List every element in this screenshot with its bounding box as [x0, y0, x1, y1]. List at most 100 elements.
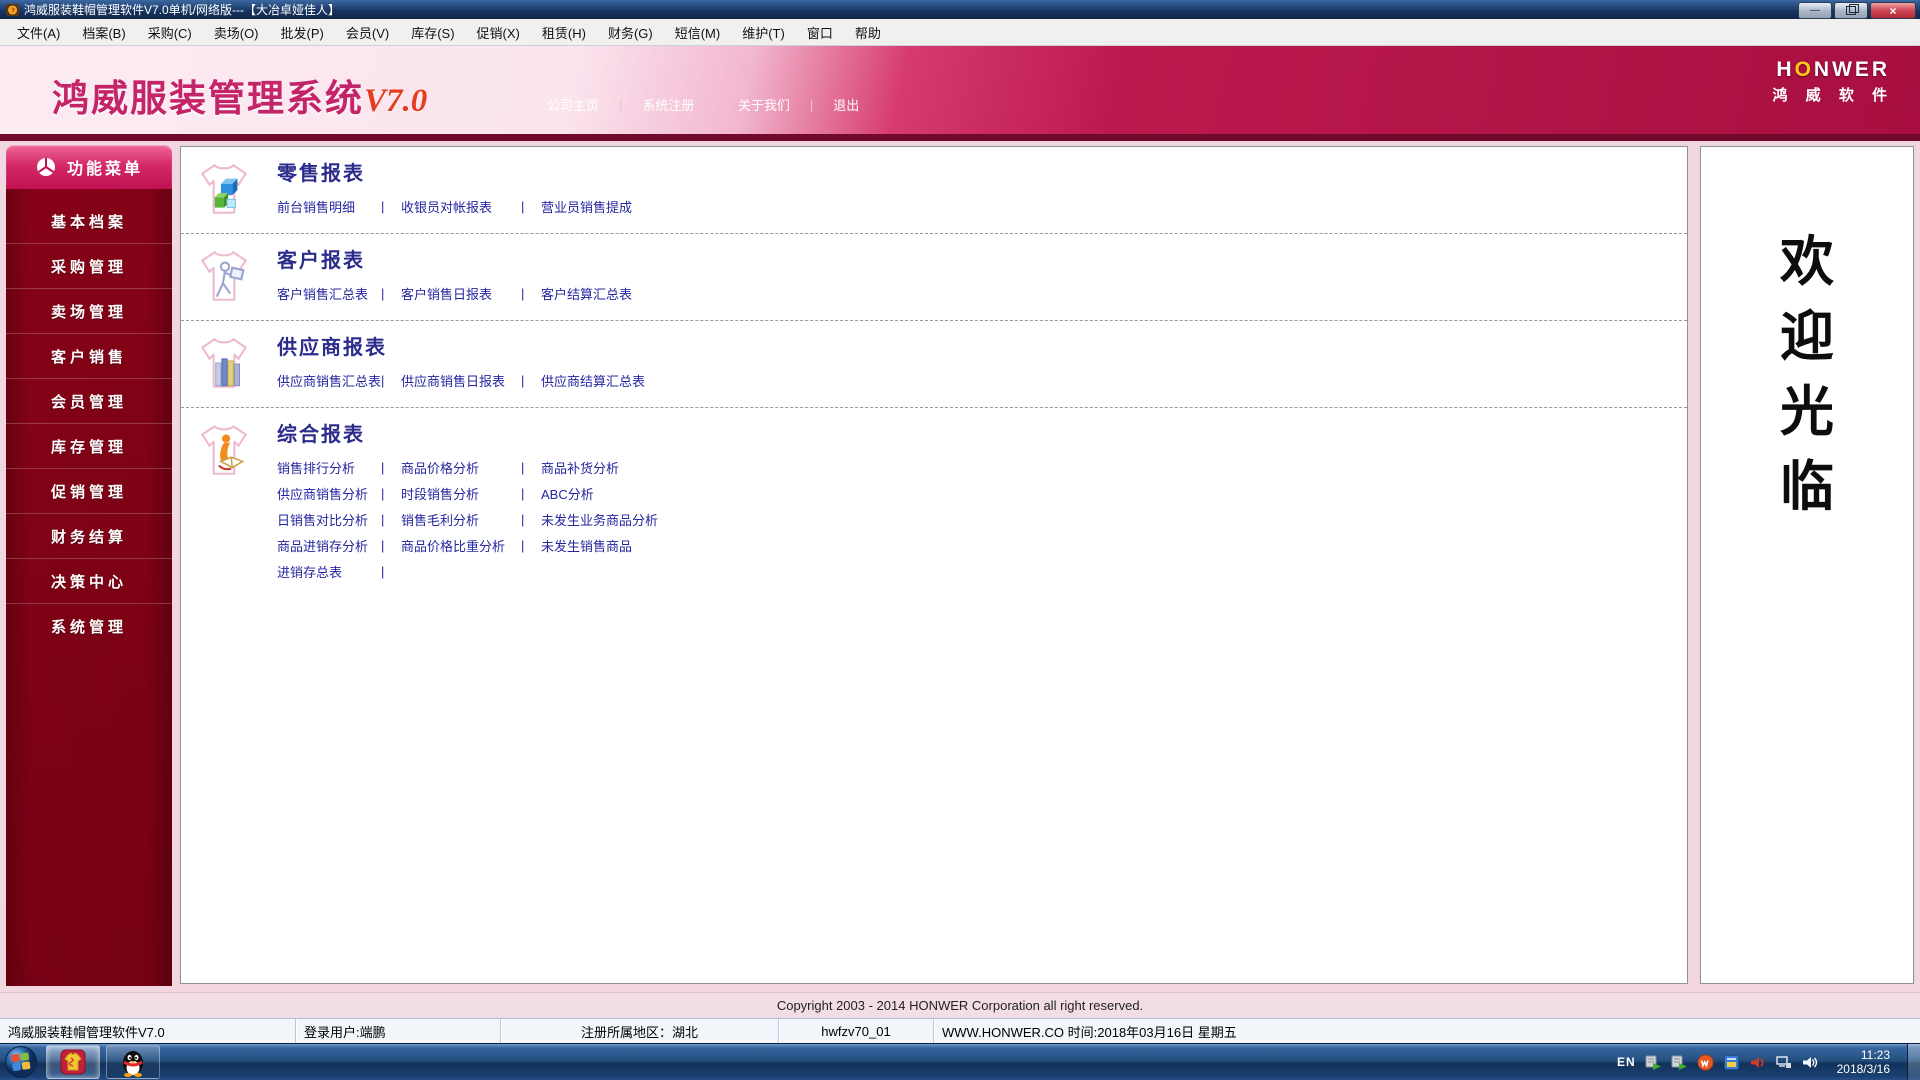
link-customer-daily-report[interactable]: 客户销售日报表 [401, 284, 521, 303]
section-supplier-reports: 供应商报表 供应商销售汇总表 | 供应商销售日报表 | 供应商结算汇总表 [181, 321, 1687, 408]
section-title-supplier[interactable]: 供应商报表 [277, 334, 645, 362]
link-front-sales-detail[interactable]: 前台销售明细 [277, 197, 381, 216]
section-title-retail[interactable]: 零售报表 [277, 160, 632, 188]
language-indicator[interactable]: EN [1617, 1055, 1636, 1069]
tshirt-bars-icon [201, 338, 247, 388]
volume-icon[interactable] [1801, 1054, 1818, 1071]
server-sync-icon[interactable] [1671, 1054, 1688, 1071]
network-icon[interactable] [1775, 1054, 1792, 1071]
menu-member[interactable]: 会员(V) [335, 20, 400, 45]
link-sales-ranking-analysis[interactable]: 销售排行分析 [277, 458, 381, 477]
menu-store[interactable]: 卖场(O) [203, 20, 270, 45]
link-purchase-sale-stock-summary[interactable]: 进销存总表 [277, 562, 381, 581]
link-supplier-sales-summary[interactable]: 供应商销售汇总表 [277, 371, 381, 390]
qq-penguin-icon [123, 1051, 143, 1077]
welcome-char: 欢 [1780, 232, 1834, 292]
sidebar-item-finance[interactable]: 财务结算 [6, 513, 172, 558]
link-price-weight-analysis[interactable]: 商品价格比重分析 [401, 536, 521, 555]
section-title-comprehensive[interactable]: 综合报表 [277, 421, 658, 449]
nav-about-us[interactable]: 关于我们 [738, 95, 790, 114]
sidebar-item-decision[interactable]: 决策中心 [6, 558, 172, 603]
red-speaker-icon[interactable] [1749, 1054, 1766, 1071]
tray-time: 11:23 [1860, 1048, 1890, 1062]
function-menu-ball-icon [36, 158, 55, 176]
link-abc-analysis[interactable]: ABC分析 [541, 484, 594, 503]
menu-finance[interactable]: 财务(G) [597, 20, 664, 45]
welcome-char: 临 [1780, 457, 1834, 517]
status-region: 注册所属地区：湖北 [501, 1019, 779, 1043]
app-icon [6, 3, 20, 16]
sidebar: 功能菜单 基本档案 采购管理 卖场管理 客户销售 会员管理 库存管理 促销管理 … [6, 145, 172, 986]
wamp-icon[interactable] [1697, 1054, 1714, 1071]
header-banner: 鸿威服装管理系统V7.0 公司主页 | 系统注册 | 关于我们 | 退出 HON… [0, 46, 1920, 141]
status-app-name: 鸿威服装鞋帽管理软件V7.0 [0, 1019, 296, 1043]
banner-nav: 公司主页 | 系统注册 | 关于我们 | 退出 [547, 95, 860, 114]
link-gross-profit-analysis[interactable]: 销售毛利分析 [401, 510, 521, 529]
main-content-panel: 零售报表 前台销售明细 | 收银员对帐报表 | 营业员销售提成 客户报表 客户销… [178, 144, 1690, 986]
link-cashier-reconcile[interactable]: 收银员对帐报表 [401, 197, 521, 216]
link-supplier-sales-analysis[interactable]: 供应商销售分析 [277, 484, 381, 503]
link-product-restock-analysis[interactable]: 商品补货分析 [541, 458, 619, 477]
minimize-button[interactable]: — [1798, 2, 1832, 19]
section-title-customer[interactable]: 客户报表 [277, 247, 632, 275]
taskbar-app-honwer[interactable] [46, 1045, 100, 1079]
menu-help[interactable]: 帮助 [844, 20, 892, 45]
sidebar-item-promotion[interactable]: 促销管理 [6, 468, 172, 513]
section-customer-reports: 客户报表 客户销售汇总表 | 客户销售日报表 | 客户结算汇总表 [181, 234, 1687, 321]
status-bar: 鸿威服装鞋帽管理软件V7.0 登录用户:端鹏 注册所属地区：湖北 hwfzv70… [0, 1018, 1920, 1043]
tshirt-analysis-icon [201, 425, 247, 475]
menu-window[interactable]: 窗口 [796, 20, 844, 45]
link-purchase-sale-stock-analysis[interactable]: 商品进销存分析 [277, 536, 381, 555]
taskbar: EN 11:23 2018/3/16 [0, 1043, 1920, 1080]
menu-purchase[interactable]: 采购(C) [137, 20, 203, 45]
start-button[interactable] [4, 1045, 38, 1079]
welcome-panel: 欢 迎 光 临 [1698, 144, 1916, 986]
section-comprehensive-reports: 综合报表 销售排行分析 | 商品价格分析 | 商品补货分析 供应商销售分析 | … [181, 408, 1687, 597]
menu-file[interactable]: 文件(A) [6, 20, 71, 45]
taskbar-app-qq[interactable] [106, 1045, 160, 1079]
input-method-icon[interactable] [1723, 1054, 1740, 1071]
close-button[interactable]: × [1870, 2, 1916, 19]
section-retail-reports: 零售报表 前台销售明细 | 收银员对帐报表 | 营业员销售提成 [181, 147, 1687, 234]
sidebar-item-inventory[interactable]: 库存管理 [6, 423, 172, 468]
menu-maintain[interactable]: 维护(T) [731, 20, 796, 45]
nav-system-register[interactable]: 系统注册 [642, 95, 694, 114]
sidebar-item-basic-archive[interactable]: 基本档案 [6, 199, 172, 243]
sidebar-item-store[interactable]: 卖场管理 [6, 288, 172, 333]
status-site-time: WWW.HONWER.CO 时间:2018年03月16日 星期五 [934, 1019, 1920, 1043]
link-clerk-commission[interactable]: 营业员销售提成 [541, 197, 632, 216]
menu-wholesale[interactable]: 批发(P) [270, 20, 335, 45]
system-tray: EN 11:23 2018/3/16 [1617, 1044, 1920, 1080]
menu-archive[interactable]: 档案(B) [71, 20, 136, 45]
show-desktop-button[interactable] [1907, 1044, 1920, 1080]
link-product-price-analysis[interactable]: 商品价格分析 [401, 458, 521, 477]
sidebar-header-function-menu[interactable]: 功能菜单 [6, 145, 172, 189]
status-login-user: 登录用户:端鹏 [296, 1019, 501, 1043]
menu-promotion[interactable]: 促销(X) [466, 20, 531, 45]
product-logo: 鸿威服装管理系统V7.0 [52, 79, 428, 120]
copyright-text: Copyright 2003 - 2014 HONWER Corporation… [776, 998, 1144, 1013]
link-customer-sales-summary[interactable]: 客户销售汇总表 [277, 284, 381, 303]
link-supplier-daily-report[interactable]: 供应商销售日报表 [401, 371, 521, 390]
menu-inventory[interactable]: 库存(S) [400, 20, 465, 45]
link-supplier-settlement-summary[interactable]: 供应商结算汇总表 [541, 371, 645, 390]
link-time-period-sales-analysis[interactable]: 时段销售分析 [401, 484, 521, 503]
sidebar-item-customer-sales[interactable]: 客户销售 [6, 333, 172, 378]
link-customer-settlement-summary[interactable]: 客户结算汇总表 [541, 284, 632, 303]
link-no-business-product-analysis[interactable]: 未发生业务商品分析 [541, 510, 658, 529]
nav-logout[interactable]: 退出 [833, 95, 859, 114]
menu-lease[interactable]: 租赁(H) [531, 20, 597, 45]
sidebar-item-system[interactable]: 系统管理 [6, 603, 172, 648]
sidebar-item-purchase[interactable]: 采购管理 [6, 243, 172, 288]
menu-sms[interactable]: 短信(M) [664, 20, 732, 45]
sidebar-item-member[interactable]: 会员管理 [6, 378, 172, 423]
product-version: V7.0 [364, 83, 428, 119]
window-title-bar: 鸿威服装鞋帽管理软件V7.0单机/网络版---【大冶卓娅佳人】 — × [0, 0, 1920, 19]
link-daily-sales-compare-analysis[interactable]: 日销售对比分析 [277, 510, 381, 529]
link-no-sales-product[interactable]: 未发生销售商品 [541, 536, 632, 555]
nav-company-home[interactable]: 公司主页 [547, 95, 599, 114]
window-title: 鸿威服装鞋帽管理软件V7.0单机/网络版---【大冶卓娅佳人】 [24, 3, 341, 17]
server-sync-icon[interactable] [1645, 1054, 1662, 1071]
restore-button[interactable] [1834, 2, 1868, 19]
clock[interactable]: 11:23 2018/3/16 [1837, 1048, 1890, 1076]
